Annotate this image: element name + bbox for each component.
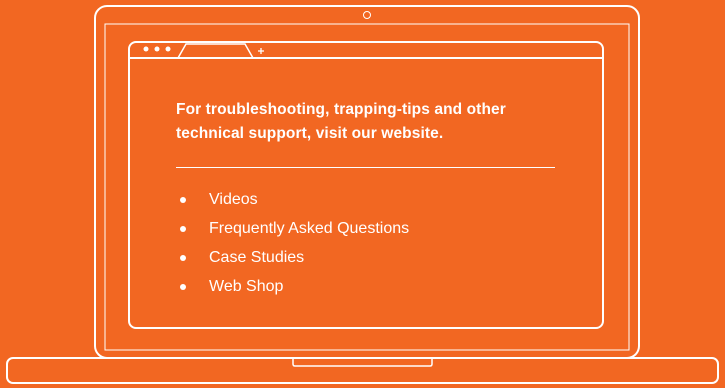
window-dots-icon xyxy=(143,46,171,52)
bullet-icon xyxy=(180,197,186,203)
laptop-illustration: For troubleshooting, trapping-tips and o… xyxy=(0,0,725,388)
headline-line-1: For troubleshooting, trapping-tips and o… xyxy=(176,101,506,118)
laptop-notch xyxy=(292,358,433,367)
support-links-list: Videos Frequently Asked Questions Case S… xyxy=(176,188,409,304)
bullet-icon xyxy=(180,284,186,290)
webcam-icon xyxy=(363,11,371,19)
support-message: For troubleshooting, trapping-tips and o… xyxy=(176,98,576,146)
bullet-icon xyxy=(180,255,186,261)
list-item-faq[interactable]: Frequently Asked Questions xyxy=(176,217,409,246)
link-label[interactable]: Case Studies xyxy=(209,249,304,266)
divider xyxy=(176,167,555,168)
headline: For troubleshooting, trapping-tips and o… xyxy=(176,98,576,146)
list-item-videos[interactable]: Videos xyxy=(176,188,409,217)
plus-icon xyxy=(258,48,264,54)
browser-tab xyxy=(177,43,254,59)
link-label[interactable]: Videos xyxy=(209,191,258,208)
headline-line-2: technical support, visit our website. xyxy=(176,125,444,142)
list-item-web-shop[interactable]: Web Shop xyxy=(176,275,409,304)
laptop-base xyxy=(6,357,719,384)
link-label[interactable]: Web Shop xyxy=(209,278,283,295)
link-label[interactable]: Frequently Asked Questions xyxy=(209,220,409,237)
bullet-icon xyxy=(180,226,186,232)
list-item-case-studies[interactable]: Case Studies xyxy=(176,246,409,275)
